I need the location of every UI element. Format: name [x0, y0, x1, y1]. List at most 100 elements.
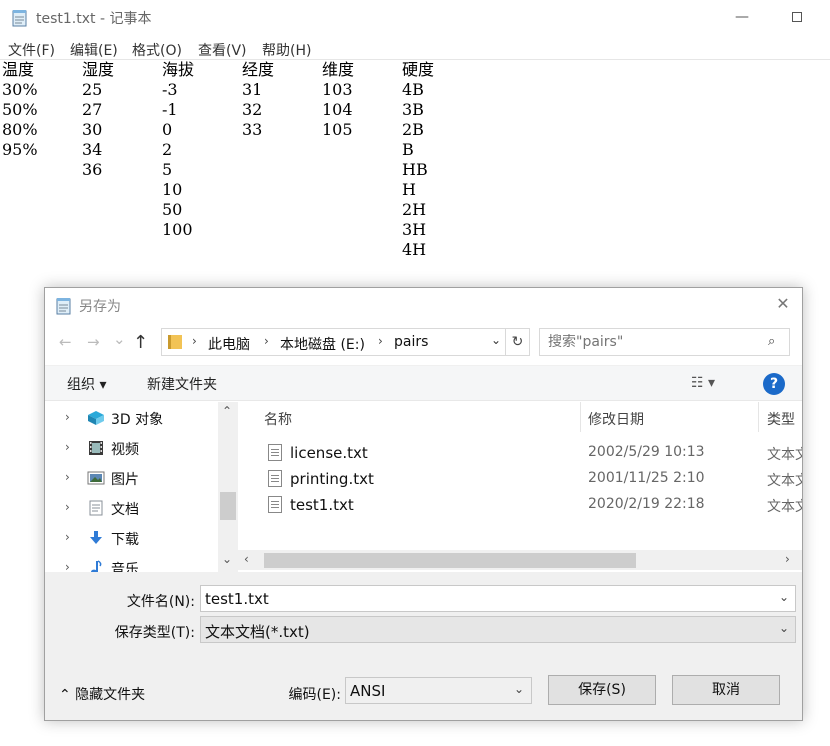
text-column: 海拔 -3 -1 0 2 5 10 50 100	[162, 60, 194, 240]
forward-arrow-icon[interactable]: →	[87, 333, 100, 351]
cancel-button[interactable]: 取消	[672, 675, 780, 705]
film-icon	[87, 440, 105, 456]
nav-item-pictures[interactable]: › 图片	[45, 464, 217, 494]
menu-format[interactable]: 格式(O)	[132, 40, 182, 60]
breadcrumb-separator[interactable]: ›	[378, 334, 383, 348]
scroll-up-icon[interactable]: ⌃	[222, 404, 232, 418]
scroll-right-icon[interactable]: ›	[785, 552, 790, 566]
file-type: 文本文档	[767, 499, 802, 515]
expand-chevron-icon[interactable]: ›	[65, 440, 70, 454]
breadcrumb-pairs[interactable]: pairs	[394, 334, 428, 350]
expand-chevron-icon[interactable]: ›	[65, 470, 70, 484]
column-header-date[interactable]: 修改日期	[588, 409, 644, 439]
column-header-name[interactable]: 名称	[264, 409, 292, 439]
download-arrow-icon	[87, 530, 105, 546]
file-type: 文本文档	[767, 447, 802, 463]
filename-value[interactable]: test1.txt	[205, 590, 269, 608]
text-cell: 2	[162, 140, 173, 159]
save-button[interactable]: 保存(S)	[548, 675, 656, 705]
close-button[interactable]: ✕	[773, 294, 793, 314]
text-cell: 34	[82, 140, 103, 159]
menu-help[interactable]: 帮助(H)	[262, 40, 311, 60]
new-folder-button[interactable]: 新建文件夹	[147, 374, 217, 394]
encoding-select[interactable]: ANSI ⌄	[345, 677, 532, 704]
text-cell: -3	[162, 80, 178, 99]
text-cell: 105	[322, 120, 353, 139]
menu-view[interactable]: 查看(V)	[198, 40, 247, 60]
folder-icon	[168, 335, 182, 349]
text-column: 湿度 25 27 30 34 36	[82, 60, 114, 180]
filename-label: 文件名(N):	[126, 594, 195, 610]
column-divider[interactable]	[758, 402, 759, 432]
chevron-down-icon[interactable]: ⌄	[491, 333, 501, 347]
nav-item-3d-objects[interactable]: › 3D 对象	[45, 404, 217, 434]
breadcrumb-separator[interactable]: ›	[264, 334, 269, 348]
expand-chevron-icon[interactable]: ›	[65, 500, 70, 514]
file-row[interactable]: test1.txt 2020/2/19 22:18 文本文档	[238, 492, 802, 518]
maximize-button[interactable]	[785, 6, 809, 30]
nav-scrollbar[interactable]: ⌃ ⌄	[218, 402, 238, 572]
breadcrumb-local-disk[interactable]: 本地磁盘 (E:)	[280, 334, 365, 354]
nav-item-documents[interactable]: › 文档	[45, 494, 217, 524]
save-form: 文件名(N): test1.txt ⌄ 保存类型(T): 文本文档(*.txt)…	[45, 572, 802, 720]
column-header-type[interactable]: 类型	[767, 409, 795, 439]
minimize-button[interactable]: —	[730, 6, 754, 30]
text-cell: H	[402, 180, 416, 199]
organize-button[interactable]: 组织 ▾	[67, 374, 106, 394]
text-cell: -1	[162, 100, 178, 119]
hide-folders-toggle[interactable]: ⌃ 隐藏文件夹	[59, 684, 145, 704]
notepad-titlebar: test1.txt - 记事本 —	[0, 0, 830, 36]
menu-edit[interactable]: 编辑(E)	[70, 40, 118, 60]
refresh-button[interactable]: ↻	[506, 328, 530, 356]
address-bar[interactable]: › 此电脑 › 本地磁盘 (E:) › pairs ⌄	[161, 328, 506, 356]
file-row[interactable]: printing.txt 2001/11/25 2:10 文本文档	[238, 466, 802, 492]
view-options-button[interactable]: ☷ ▾	[691, 375, 715, 391]
menu-file[interactable]: 文件(F)	[8, 40, 55, 60]
breadcrumb-separator[interactable]: ›	[192, 334, 197, 348]
search-input[interactable]	[548, 334, 758, 350]
filename-field[interactable]: test1.txt ⌄	[200, 585, 796, 612]
text-cell: 湿度	[82, 60, 115, 79]
chevron-down-icon[interactable]: ⌄	[779, 621, 789, 635]
scroll-left-icon[interactable]: ‹	[244, 552, 249, 566]
search-icon[interactable]: ⌕	[768, 334, 775, 349]
expand-chevron-icon[interactable]: ›	[65, 530, 70, 544]
text-file-icon	[268, 496, 282, 513]
save-as-dialog: 另存为 ✕ ← → ⌄ ↑ › 此电脑 › 本地磁盘 (E:) › pairs …	[44, 287, 803, 721]
text-file-icon	[268, 470, 282, 487]
scroll-down-icon[interactable]: ⌄	[222, 552, 232, 566]
chevron-down-icon[interactable]: ⌄	[514, 682, 524, 696]
search-box[interactable]: ⌕	[539, 328, 790, 356]
file-modified-date: 2020/2/19 22:18	[588, 496, 705, 512]
text-cell: HB	[402, 160, 428, 179]
text-cell: 10	[162, 180, 183, 199]
nav-item-label: 图片	[111, 472, 139, 488]
expand-chevron-icon[interactable]: ›	[65, 410, 70, 424]
file-row[interactable]: license.txt 2002/5/29 10:13 文本文档	[238, 440, 802, 466]
recent-locations-icon[interactable]: ⌄	[113, 330, 126, 348]
nav-item-videos[interactable]: › 视频	[45, 434, 217, 464]
filetype-select[interactable]: 文本文档(*.txt) ⌄	[200, 616, 796, 643]
text-cell: 硬度	[402, 60, 435, 79]
up-arrow-icon[interactable]: ↑	[133, 332, 148, 353]
text-cell: 95%	[2, 140, 38, 159]
nav-item-music[interactable]: › 音乐	[45, 554, 217, 572]
nav-item-downloads[interactable]: › 下载	[45, 524, 217, 554]
file-type: 文本文档	[767, 473, 802, 489]
chevron-down-icon[interactable]: ⌄	[779, 590, 789, 604]
horizontal-scrollbar[interactable]: ‹ ›	[238, 550, 802, 570]
text-cell: 103	[322, 80, 353, 99]
scroll-thumb[interactable]	[220, 492, 236, 520]
scroll-thumb[interactable]	[264, 553, 636, 568]
text-cell: 100	[162, 220, 193, 239]
column-divider[interactable]	[580, 402, 581, 432]
breadcrumb-this-pc[interactable]: 此电脑	[208, 334, 250, 354]
filetype-label: 保存类型(T):	[114, 625, 195, 641]
help-icon[interactable]: ?	[763, 373, 785, 395]
text-column: 维度 103 104 105	[322, 60, 354, 140]
dialog-toolbar: 组织 ▾ 新建文件夹 ☷ ▾ ?	[45, 365, 802, 401]
window-title: test1.txt - 记事本	[36, 11, 152, 27]
back-arrow-icon[interactable]: ←	[59, 333, 72, 351]
nav-item-label: 3D 对象	[111, 412, 164, 428]
expand-chevron-icon[interactable]: ›	[65, 560, 70, 572]
